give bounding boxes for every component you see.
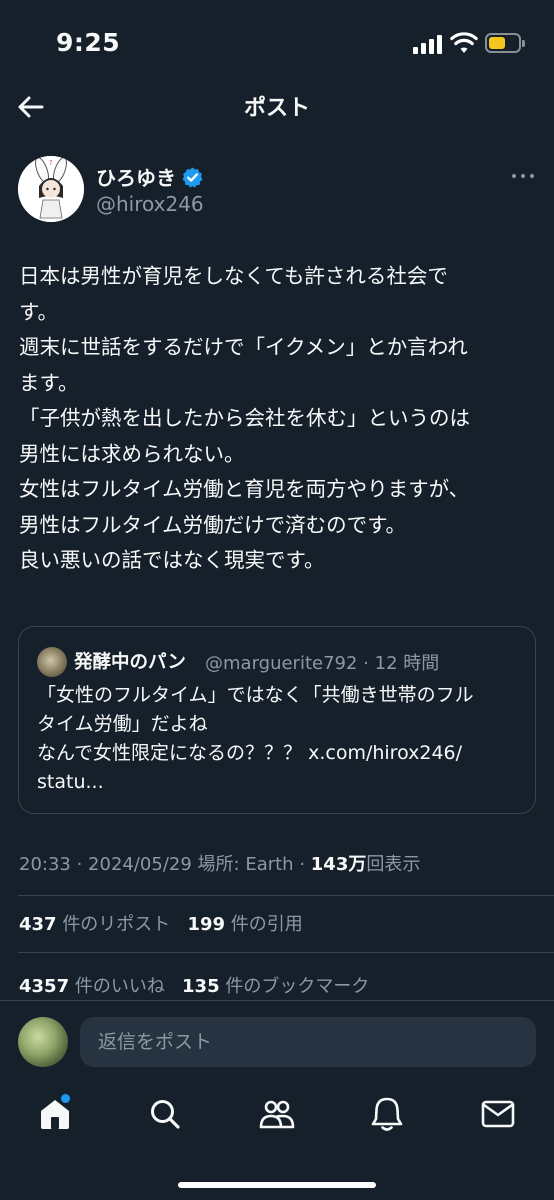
tab-messages[interactable] (478, 1094, 518, 1134)
status-time: 9:25 (56, 28, 121, 57)
reply-bar (0, 1000, 554, 1081)
post-text: 日本は男性が育児をしなくても許される社会で す。 週末に世話をするだけで「イクメ… (19, 259, 539, 579)
quoted-author-name: 発酵中のパン (74, 652, 186, 673)
quoted-author-handle: @marguerite792 (205, 653, 358, 674)
quotes-label: 件の引用 (230, 914, 303, 935)
cellular-signal-icon (413, 34, 443, 54)
quotes-stat[interactable]: 199 件の引用 (187, 914, 302, 935)
status-bar: 9:25 (0, 0, 554, 88)
bookmarks-count: 135 (182, 976, 220, 997)
views-label: 回表示 (366, 854, 421, 875)
reposts-label: 件のリポスト (62, 914, 171, 935)
post-text-line: 女性はフルタイム労働と育児を両方やりますが、 (19, 477, 470, 501)
quoted-text-line: statu... (37, 771, 104, 793)
tab-search[interactable] (145, 1094, 185, 1134)
quoted-post-text: 「女性のフルタイム」ではなく「共働き世帯のフル タイム労働」だよね なんで女性限… (37, 681, 527, 797)
messages-icon (481, 1100, 515, 1128)
author-avatar[interactable]: ? (18, 156, 84, 222)
post-text-line: ます。 (19, 370, 79, 395)
communities-icon (259, 1100, 295, 1129)
bookmarks-label: 件のブックマーク (225, 976, 370, 997)
home-indicator (178, 1182, 376, 1188)
user-avatar[interactable] (18, 1017, 68, 1067)
post-time: 20:33 (19, 854, 71, 875)
views-count: 143万 (310, 854, 367, 875)
likes-count: 4357 (19, 976, 70, 997)
author-handle[interactable]: @hirox246 (96, 192, 204, 216)
post-text-line: す。 (19, 299, 58, 324)
quoted-author-meta: @marguerite792 · 12 時間 (205, 653, 440, 674)
verified-badge-icon (182, 167, 203, 188)
wifi-icon (450, 32, 478, 53)
engagement-stats-row-2: 4357 件のいいね 135 件のブックマーク (19, 972, 369, 998)
more-icon[interactable] (510, 168, 536, 184)
divider (18, 895, 554, 896)
post-text-line: 「子供が熱を出したから会社を休む」というのは (19, 406, 470, 430)
tab-communities[interactable] (257, 1094, 297, 1134)
notification-dot (59, 1092, 72, 1105)
post-text-line: 良い悪いの話ではなく現実です。 (19, 548, 325, 572)
engagement-stats-row-1: 437 件のリポスト 199 件の引用 (19, 910, 303, 936)
svg-text:?: ? (49, 159, 53, 167)
likes-stat[interactable]: 4357 件のいいね (19, 976, 165, 997)
notifications-icon (371, 1097, 403, 1131)
reposts-count: 437 (19, 914, 57, 935)
post-text-line: 日本は男性が育児をしなくても許される社会で (19, 264, 448, 288)
tab-notifications[interactable] (367, 1094, 407, 1134)
post-text-line: 週末に世話をするだけで「イクメン」とか言われ (19, 335, 468, 359)
quoted-post[interactable]: 発酵中のパン @marguerite792 · 12 時間 「女性のフルタイム」… (18, 626, 536, 814)
quoted-text-line: タイム労働」だよね (37, 713, 208, 735)
reposts-stat[interactable]: 437 件のリポスト (19, 914, 170, 935)
quotes-count: 199 (187, 914, 226, 935)
likes-label: 件のいいね (74, 976, 165, 997)
post-location[interactable]: 場所: Earth (198, 854, 294, 875)
post-detail-screen: 9:25 ポスト ? ひろゆき @hirox246 日本は男性が育児をしなくても… (0, 0, 554, 1200)
top-header: ポスト (0, 84, 554, 130)
quoted-author-avatar (37, 647, 67, 677)
tab-home[interactable] (35, 1092, 75, 1134)
author-name[interactable]: ひろゆき (96, 162, 176, 191)
quoted-text-line: なんで女性限定になるの？？？ x.com/hirox246/ (37, 742, 463, 764)
quoted-post-time: 12 時間 (374, 653, 440, 674)
post-text-line: 男性はフルタイム労働だけで済むのです。 (19, 512, 407, 537)
battery-icon (485, 33, 525, 53)
search-icon (151, 1100, 180, 1129)
quoted-text-line: 「女性のフルタイム」ではなく「共働き世帯のフル (37, 684, 474, 706)
post-text-line: 男性には求められない。 (19, 441, 245, 466)
divider (18, 952, 554, 953)
page-title: ポスト (243, 96, 310, 121)
reply-input[interactable] (80, 1017, 536, 1067)
post-date: 2024/05/29 (88, 854, 192, 875)
post-meta: 20:33 · 2024/05/29 場所: Earth · 143万回表示 (19, 854, 421, 875)
bookmarks-stat[interactable]: 135 件のブックマーク (182, 976, 369, 997)
